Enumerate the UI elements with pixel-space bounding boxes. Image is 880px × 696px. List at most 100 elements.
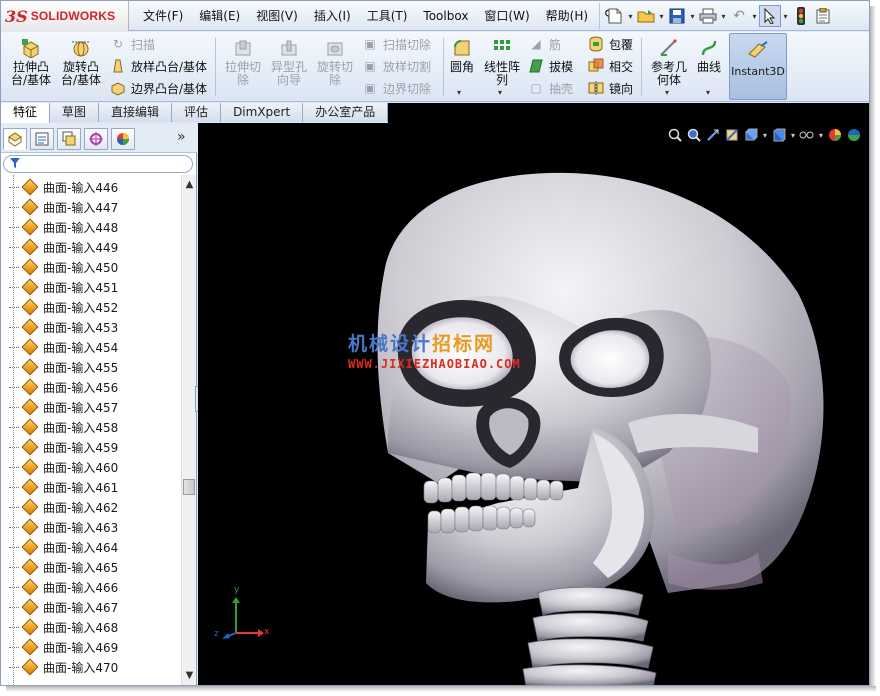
tree-item[interactable]: 曲面-输入470 <box>9 657 118 677</box>
property-manager-tab-icon[interactable] <box>30 128 54 150</box>
feature-tree-filter[interactable] <box>3 155 193 173</box>
hole-wizard-button[interactable]: 异型孔 向导 <box>267 34 311 100</box>
reference-geometry-dropdown-icon[interactable]: ▾ <box>665 88 669 97</box>
tree-item[interactable]: 曲面-输入458 <box>9 417 118 437</box>
rebuild-traffic-light-icon[interactable] <box>790 5 812 27</box>
tree-item[interactable]: 曲面-输入460 <box>9 457 118 477</box>
section-view-icon[interactable] <box>723 126 741 144</box>
print-dropdown-icon[interactable]: ▾ <box>719 12 728 21</box>
previous-view-icon[interactable] <box>704 126 722 144</box>
tree-item[interactable]: 曲面-输入457 <box>9 397 118 417</box>
intersect-button[interactable]: 相交 <box>587 56 633 76</box>
tree-item[interactable]: 曲面-输入464 <box>9 537 118 557</box>
tab-evaluate[interactable]: 评估 <box>172 103 222 122</box>
sweep-button[interactable]: ↻ 扫描 <box>109 34 155 54</box>
tree-item[interactable]: 曲面-输入455 <box>9 357 118 377</box>
display-style-icon[interactable] <box>770 126 788 144</box>
wrap-button[interactable]: 包覆 <box>587 34 633 54</box>
revolve-boss-button[interactable]: 旋转凸 台/基体 <box>57 34 105 100</box>
menu-toolbox[interactable]: Toolbox <box>415 1 476 31</box>
tree-item[interactable]: 曲面-输入446 <box>9 177 118 197</box>
tab-office-products[interactable]: 办公室产品 <box>303 103 389 122</box>
instant3d-toggle[interactable]: Instant3D <box>729 33 787 100</box>
extrude-cut-button[interactable]: 拉伸切 除 <box>221 34 265 100</box>
tree-item[interactable]: 曲面-输入463 <box>9 517 118 537</box>
view-orientation-icon[interactable] <box>742 126 760 144</box>
select-dropdown-icon[interactable]: ▾ <box>781 12 790 21</box>
hide-show-dropdown-icon[interactable]: ▾ <box>817 126 825 144</box>
tree-item[interactable]: 曲面-输入462 <box>9 497 118 517</box>
tab-dimxpert[interactable]: DimXpert <box>221 103 304 122</box>
zoom-to-area-icon[interactable] <box>685 126 703 144</box>
save-dropdown-icon[interactable]: ▾ <box>688 12 697 21</box>
tree-item[interactable]: 曲面-输入454 <box>9 337 118 357</box>
lofted-cut-button[interactable]: ▣ 放样切割 <box>361 56 431 76</box>
tree-item[interactable]: 曲面-输入467 <box>9 597 118 617</box>
tree-item[interactable]: 曲面-输入466 <box>9 577 118 597</box>
extrude-boss-button[interactable]: 拉伸凸 台/基体 <box>7 34 55 100</box>
graphics-viewport[interactable]: ▾ ▾ ▾ 机械设计招标网 WWW.JIXIEZHAOBIAO.COM y x … <box>198 123 869 685</box>
tab-direct-editing[interactable]: 直接编辑 <box>99 103 173 122</box>
tree-item[interactable]: 曲面-输入451 <box>9 277 118 297</box>
scroll-thumb[interactable] <box>183 479 195 495</box>
tree-item[interactable]: 曲面-输入468 <box>9 617 118 637</box>
configuration-manager-tab-icon[interactable] <box>57 128 81 150</box>
fillet-button[interactable]: 圆角 <box>447 34 477 100</box>
apply-scene-icon[interactable] <box>845 126 863 144</box>
view-orientation-dropdown-icon[interactable]: ▾ <box>761 126 769 144</box>
fillet-dropdown-icon[interactable]: ▾ <box>457 88 461 97</box>
print-icon[interactable] <box>697 5 719 27</box>
undo-icon[interactable]: ↶ <box>728 5 750 27</box>
tree-item[interactable]: 曲面-输入461 <box>9 477 118 497</box>
tree-item[interactable]: 曲面-输入469 <box>9 637 118 657</box>
tab-sketch[interactable]: 草图 <box>50 103 100 122</box>
tree-item[interactable]: 曲面-输入449 <box>9 237 118 257</box>
boundary-boss-button[interactable]: 边界凸台/基体 <box>109 78 207 98</box>
file-properties-icon[interactable] <box>812 5 834 27</box>
dimxpert-manager-tab-icon[interactable] <box>84 128 108 150</box>
draft-button[interactable]: 拔模 <box>527 56 573 76</box>
menu-edit[interactable]: 编辑(E) <box>191 1 248 31</box>
panel-more-icon[interactable]: » <box>177 129 186 145</box>
hide-show-items-icon[interactable] <box>798 126 816 144</box>
scroll-up-icon[interactable]: ▲ <box>182 177 197 192</box>
edit-appearance-icon[interactable] <box>826 126 844 144</box>
revolve-cut-button[interactable]: 旋转切 除 <box>313 34 357 100</box>
save-icon[interactable] <box>666 5 688 27</box>
new-dropdown-icon[interactable]: ▾ <box>626 12 635 21</box>
tree-item[interactable]: 曲面-输入453 <box>9 317 118 337</box>
zoom-to-fit-icon[interactable] <box>666 126 684 144</box>
rib-button[interactable]: ◢ 筋 <box>527 34 561 54</box>
select-cursor-icon[interactable] <box>759 5 781 27</box>
tree-item[interactable]: 曲面-输入465 <box>9 557 118 577</box>
menu-view[interactable]: 视图(V) <box>248 1 306 31</box>
tab-features[interactable]: 特征 <box>1 103 51 123</box>
menu-tools[interactable]: 工具(T) <box>359 1 416 31</box>
open-folder-icon[interactable] <box>635 5 657 27</box>
open-dropdown-icon[interactable]: ▾ <box>657 12 666 21</box>
mirror-button[interactable]: 镜向 <box>587 78 633 98</box>
tree-scrollbar[interactable]: ▲ ▼ <box>181 175 196 685</box>
swept-cut-button[interactable]: ▣ 扫描切除 <box>361 34 431 54</box>
scroll-down-icon[interactable]: ▼ <box>182 668 197 683</box>
tree-item[interactable]: 曲面-输入450 <box>9 257 118 277</box>
undo-dropdown-icon[interactable]: ▾ <box>750 12 759 21</box>
menu-insert[interactable]: 插入(I) <box>306 1 359 31</box>
solidworks-logo[interactable]: 3S SOLIDWORKS <box>1 1 129 31</box>
loft-boss-button[interactable]: 放样凸台/基体 <box>109 56 207 76</box>
menu-help[interactable]: 帮助(H) <box>538 1 596 31</box>
boundary-cut-button[interactable]: ▣ 边界切除 <box>361 78 431 98</box>
menu-window[interactable]: 窗口(W) <box>476 1 537 31</box>
display-manager-tab-icon[interactable] <box>111 128 135 150</box>
tree-item[interactable]: 曲面-输入448 <box>9 217 118 237</box>
tree-item[interactable]: 曲面-输入459 <box>9 437 118 457</box>
tree-item[interactable]: 曲面-输入452 <box>9 297 118 317</box>
tree-item[interactable]: 曲面-输入447 <box>9 197 118 217</box>
shell-button[interactable]: ▢ 抽壳 <box>527 78 573 98</box>
linear-pattern-dropdown-icon[interactable]: ▾ <box>498 88 502 97</box>
tree-item[interactable]: 曲面-输入456 <box>9 377 118 397</box>
menu-file[interactable]: 文件(F) <box>135 1 191 31</box>
feature-manager-tab-icon[interactable] <box>3 128 27 150</box>
new-document-icon[interactable] <box>604 5 626 27</box>
display-style-dropdown-icon[interactable]: ▾ <box>789 126 797 144</box>
